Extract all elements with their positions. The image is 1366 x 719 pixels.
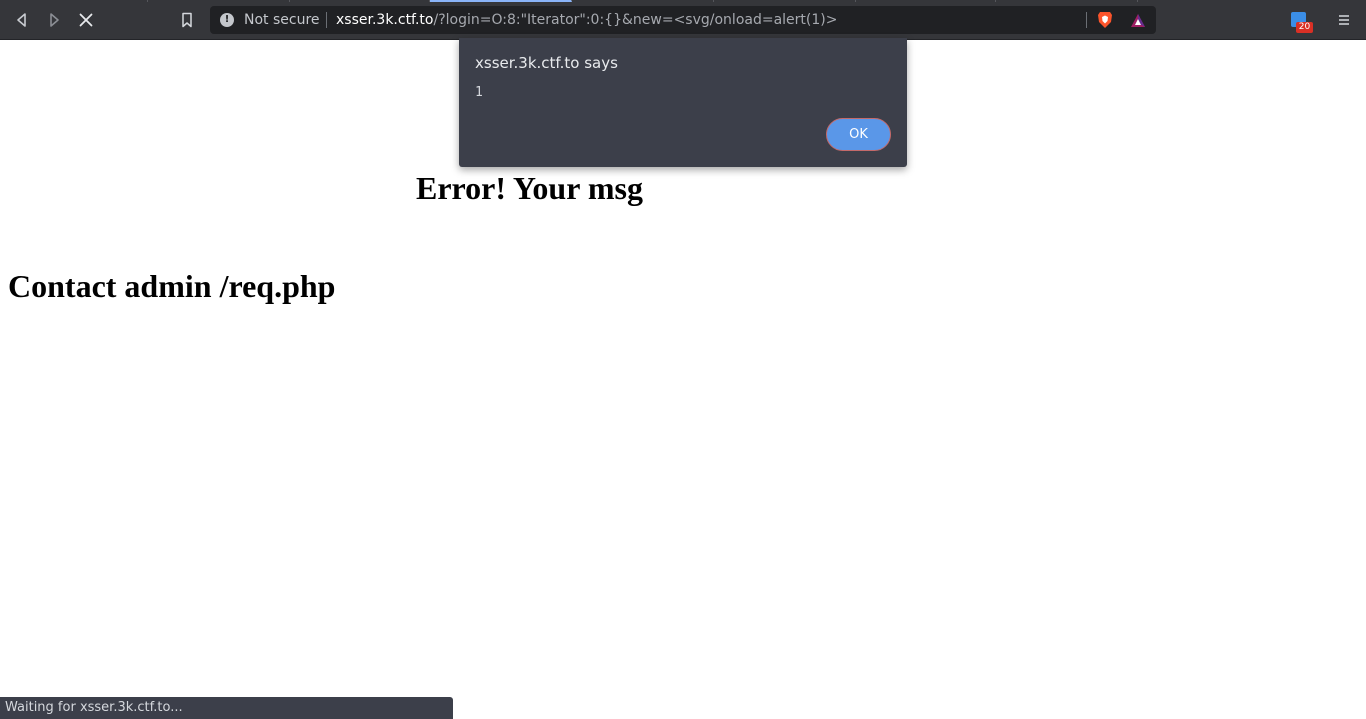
dialog-message: 1 [475,85,483,100]
status-bubble: Waiting for xsser.3k.ctf.to... [0,697,453,719]
url-text[interactable]: xsser.3k.ctf.to/?login=O:8:"Iterator":0:… [336,6,837,34]
ok-button[interactable]: OK [826,118,891,151]
bookmark-button[interactable] [173,6,201,34]
tab-edge[interactable] [856,0,996,2]
stop-icon [79,13,93,27]
extension-badge: 20 [1296,22,1313,33]
brave-rewards-button[interactable] [1127,10,1149,30]
tab-edge[interactable] [714,0,856,2]
forward-icon [50,13,59,27]
forward-button[interactable] [40,6,68,34]
error-heading: Error! Your msg [416,170,643,206]
info-icon[interactable]: ! [220,13,234,27]
browser-toolbar: ! Not secure xsser.3k.ctf.to/?login=O:8:… [0,0,1366,40]
tab-edge[interactable] [572,0,714,2]
brave-shield-icon [1098,12,1112,28]
security-label[interactable]: Not secure [244,6,320,34]
url-divider [326,12,327,28]
bookmark-icon [182,12,192,28]
tab-edge[interactable] [148,0,290,2]
address-bar[interactable]: ! Not secure xsser.3k.ctf.to/?login=O:8:… [210,6,1156,34]
url-host: xsser.3k.ctf.to [336,12,434,28]
tab-edge-active[interactable] [430,0,572,2]
brave-rewards-icon [1131,13,1145,27]
menu-icon [1339,15,1349,25]
brave-shields-button[interactable] [1094,10,1116,30]
tab-edge[interactable] [0,0,148,2]
tab-strip [0,0,1366,3]
dialog-title: xsser.3k.ctf.to says [475,54,618,72]
url-path: /?login=O:8:"Iterator":0:{}&new=<svg/onl… [433,12,838,28]
url-right-divider [1086,12,1087,28]
menu-button[interactable] [1332,6,1356,34]
alert-dialog: xsser.3k.ctf.to says 1 OK [459,38,907,167]
extension-button[interactable]: 20 [1288,9,1313,33]
back-icon [17,13,26,27]
tab-edge[interactable] [290,0,430,2]
contact-heading: Contact admin /req.php [8,268,336,304]
tab-edge[interactable] [996,0,1138,2]
back-button[interactable] [8,6,36,34]
stop-button[interactable] [72,6,100,34]
